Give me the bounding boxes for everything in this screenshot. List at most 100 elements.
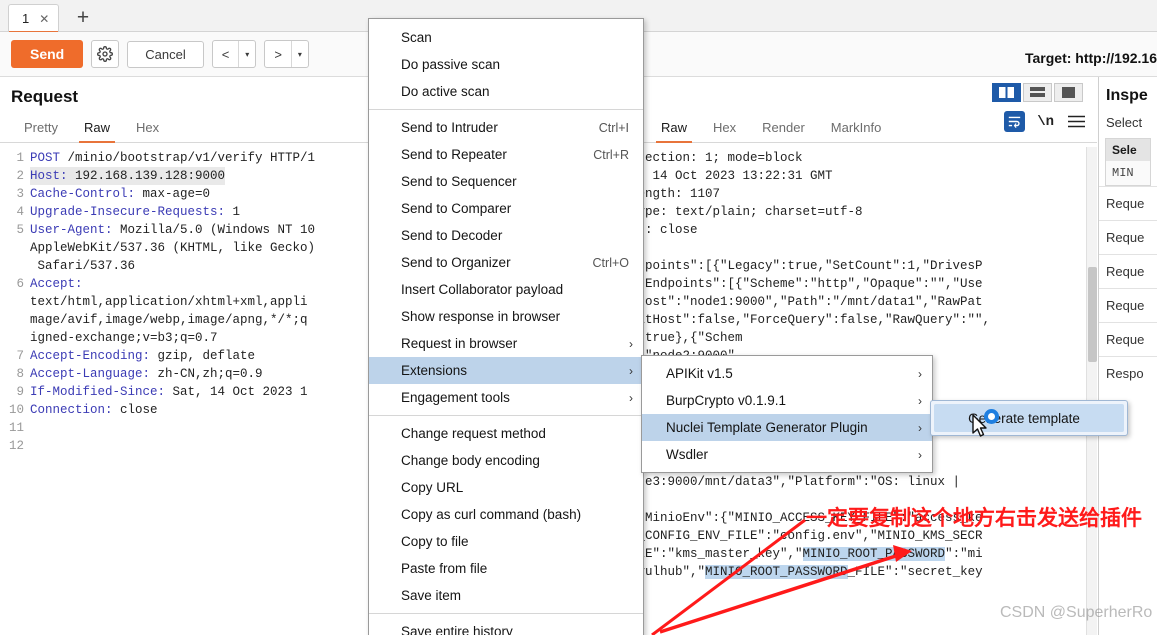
menu-item-show-response-in-browser[interactable]: Show response in browser — [369, 303, 643, 330]
menu-item-change-request-method[interactable]: Change request method — [369, 420, 643, 447]
menu-item-copy-as-curl-command-bash[interactable]: Copy as curl command (bash) — [369, 501, 643, 528]
selected-text: MINIO_ROOT_PASSWORD — [802, 547, 946, 561]
response-line[interactable]: on: close — [630, 221, 1097, 239]
response-line[interactable]: ndpoints":[{"Legacy":true,"SetCount":1,"… — [630, 257, 1097, 275]
chevron-right-icon: › — [918, 366, 922, 381]
tab-hex[interactable]: Hex — [123, 120, 172, 142]
split-horizontal-icon[interactable] — [1023, 83, 1052, 102]
hamburger-menu-icon[interactable] — [1066, 111, 1087, 132]
single-pane-icon[interactable] — [1054, 83, 1083, 102]
response-line[interactable]: Length: 1107 — [630, 185, 1097, 203]
plus-icon[interactable]: + — [70, 5, 96, 29]
line-number — [0, 329, 24, 347]
tab-pretty[interactable]: Pretty — [11, 120, 71, 142]
forward-button[interactable]: > ▾ — [264, 40, 309, 68]
menu-item-wsdler[interactable]: Wsdler › — [642, 441, 932, 468]
repeater-tab-1[interactable]: 1 ✕ — [8, 4, 60, 33]
menu-item-save-entire-history[interactable]: Save entire history — [369, 618, 643, 635]
menu-item-send-to-organizer[interactable]: Send to Organizer Ctrl+O — [369, 249, 643, 276]
header-name: Accept-Encoding: — [30, 349, 151, 363]
inspector-selection-header: Sele — [1106, 139, 1150, 161]
menu-item-send-to-repeater[interactable]: Send to Repeater Ctrl+R — [369, 141, 643, 168]
plugin-submenu[interactable]: Generate template — [930, 400, 1128, 436]
menu-item-engagement-tools[interactable]: Engagement tools › — [369, 384, 643, 411]
chevron-down-icon[interactable]: ▾ — [239, 41, 255, 67]
split-vertical-icon[interactable] — [992, 83, 1021, 102]
menu-item-apikit-v1-5[interactable]: APIKit v1.5 › — [642, 360, 932, 387]
menu-item-save-item[interactable]: Save item — [369, 582, 643, 609]
word-wrap-icon[interactable] — [1004, 111, 1026, 132]
tab-markinfo[interactable]: MarkInfo — [818, 120, 895, 142]
chevron-right-icon: › — [918, 420, 922, 435]
response-tools: \n — [1004, 111, 1087, 132]
menu-item-label: Send to Organizer — [401, 255, 511, 270]
inspector-title: Inspe — [1106, 87, 1148, 104]
inspector-section[interactable]: Respo — [1099, 356, 1157, 390]
request-line[interactable]: Host: 192.168.139.128:9000 — [30, 167, 226, 185]
response-line[interactable]: t, 14 Oct 2023 13:22:31 GMT — [630, 167, 1097, 185]
line-number: 8 — [16, 367, 24, 381]
menu-item-copy-to-file[interactable]: Copy to file — [369, 528, 643, 555]
response-line[interactable]: ":true},{"Schem — [630, 329, 1097, 347]
newline-icon[interactable]: \n — [1037, 111, 1054, 132]
line-number — [0, 257, 24, 275]
line-number: 4 — [16, 205, 24, 219]
tab-hex[interactable]: Hex — [700, 120, 749, 142]
send-button[interactable]: Send — [11, 40, 84, 68]
annotation-text: 一定要复制这个地方右击发送给插件 — [806, 506, 1142, 530]
menu-item-label: Copy to file — [401, 534, 469, 549]
menu-item-scan[interactable]: Scan — [369, 24, 643, 51]
response-line[interactable]: "Host":"node1:9000","Path":"/mnt/data1",… — [630, 293, 1097, 311]
menu-item-paste-from-file[interactable]: Paste from file — [369, 555, 643, 582]
target-label: Target: http://192.16 — [1025, 50, 1157, 66]
menu-item-change-body-encoding[interactable]: Change body encoding — [369, 447, 643, 474]
inspector-selection-value: MIN — [1106, 161, 1150, 185]
menu-item-send-to-sequencer[interactable]: Send to Sequencer — [369, 168, 643, 195]
back-button[interactable]: < ▾ — [211, 40, 257, 68]
gear-icon[interactable] — [91, 40, 120, 68]
response-scrollbar[interactable] — [1086, 147, 1097, 635]
menu-item-send-to-comparer[interactable]: Send to Comparer — [369, 195, 643, 222]
tab-raw[interactable]: Raw — [71, 120, 123, 143]
menu-item-extensions[interactable]: Extensions › — [369, 357, 643, 384]
line-number: 2 — [16, 169, 24, 183]
inspector-section[interactable]: Reque — [1099, 186, 1157, 220]
menu-item-label: Send to Comparer — [401, 201, 512, 216]
menu-item-insert-collaborator-payload[interactable]: Insert Collaborator payload — [369, 276, 643, 303]
inspector-section[interactable]: Reque — [1099, 322, 1157, 356]
close-icon[interactable]: ✕ — [39, 13, 49, 25]
response-line[interactable]: Type: text/plain; charset=utf-8 — [630, 203, 1097, 221]
inspector-selection-label[interactable]: Select — [1099, 105, 1157, 132]
menu-item-copy-url[interactable]: Copy URL — [369, 474, 643, 501]
line-number: 9 — [16, 385, 24, 399]
menu-item-request-in-browser[interactable]: Request in browser › — [369, 330, 643, 357]
repeater-tab-label: 1 — [22, 11, 30, 26]
response-line[interactable]: ILE":"kms_master_key","MINIO_ROOT_PASSWO… — [630, 545, 1097, 563]
response-line[interactable]: -vulhub","MINIO_ROOT_PASSWORD_FILE":"sec… — [630, 563, 1097, 581]
response-line[interactable]: mitHost":false,"ForceQuery":false,"RawQu… — [630, 311, 1097, 329]
menu-item-label: Change body encoding — [401, 453, 540, 468]
chevron-down-icon[interactable]: ▾ — [292, 41, 308, 67]
tab-render[interactable]: Render — [749, 120, 818, 142]
menu-item-label: Scan — [401, 30, 432, 45]
menu-item-generate-template[interactable]: Generate template — [934, 404, 1124, 432]
response-line[interactable]: ,"Endpoints":[{"Scheme":"http","Opaque":… — [630, 275, 1097, 293]
tab-raw[interactable]: Raw — [648, 120, 700, 143]
context-menu[interactable]: Scan Do passive scan Do active scan Send to… — [368, 18, 644, 635]
inspector-section[interactable]: Reque — [1099, 254, 1157, 288]
cancel-button[interactable]: Cancel — [127, 40, 204, 68]
inspector-section[interactable]: Reque — [1099, 220, 1157, 254]
menu-item-send-to-intruder[interactable]: Send to Intruder Ctrl+I — [369, 114, 643, 141]
menu-item-do-active-scan[interactable]: Do active scan — [369, 78, 643, 105]
line-number: 3 — [16, 187, 24, 201]
response-line[interactable]: otection: 1; mode=block — [630, 149, 1097, 167]
menu-item-nuclei-template-generator-plugin[interactable]: Nuclei Template Generator Plugin › — [642, 414, 932, 441]
menu-item-burpcrypto-v0-1-9-1[interactable]: BurpCrypto v0.1.9.1 › — [642, 387, 932, 414]
menu-item-label: Engagement tools — [401, 390, 510, 405]
response-line[interactable]: ode3:9000/mnt/data3","Platform":"OS: lin… — [630, 473, 1097, 491]
inspector-section[interactable]: Reque — [1099, 288, 1157, 322]
response-line[interactable] — [630, 239, 1097, 257]
menu-item-send-to-decoder[interactable]: Send to Decoder — [369, 222, 643, 249]
extensions-submenu[interactable]: APIKit v1.5 › BurpCrypto v0.1.9.1 › Nuclei T… — [641, 355, 933, 473]
menu-item-do-passive-scan[interactable]: Do passive scan — [369, 51, 643, 78]
